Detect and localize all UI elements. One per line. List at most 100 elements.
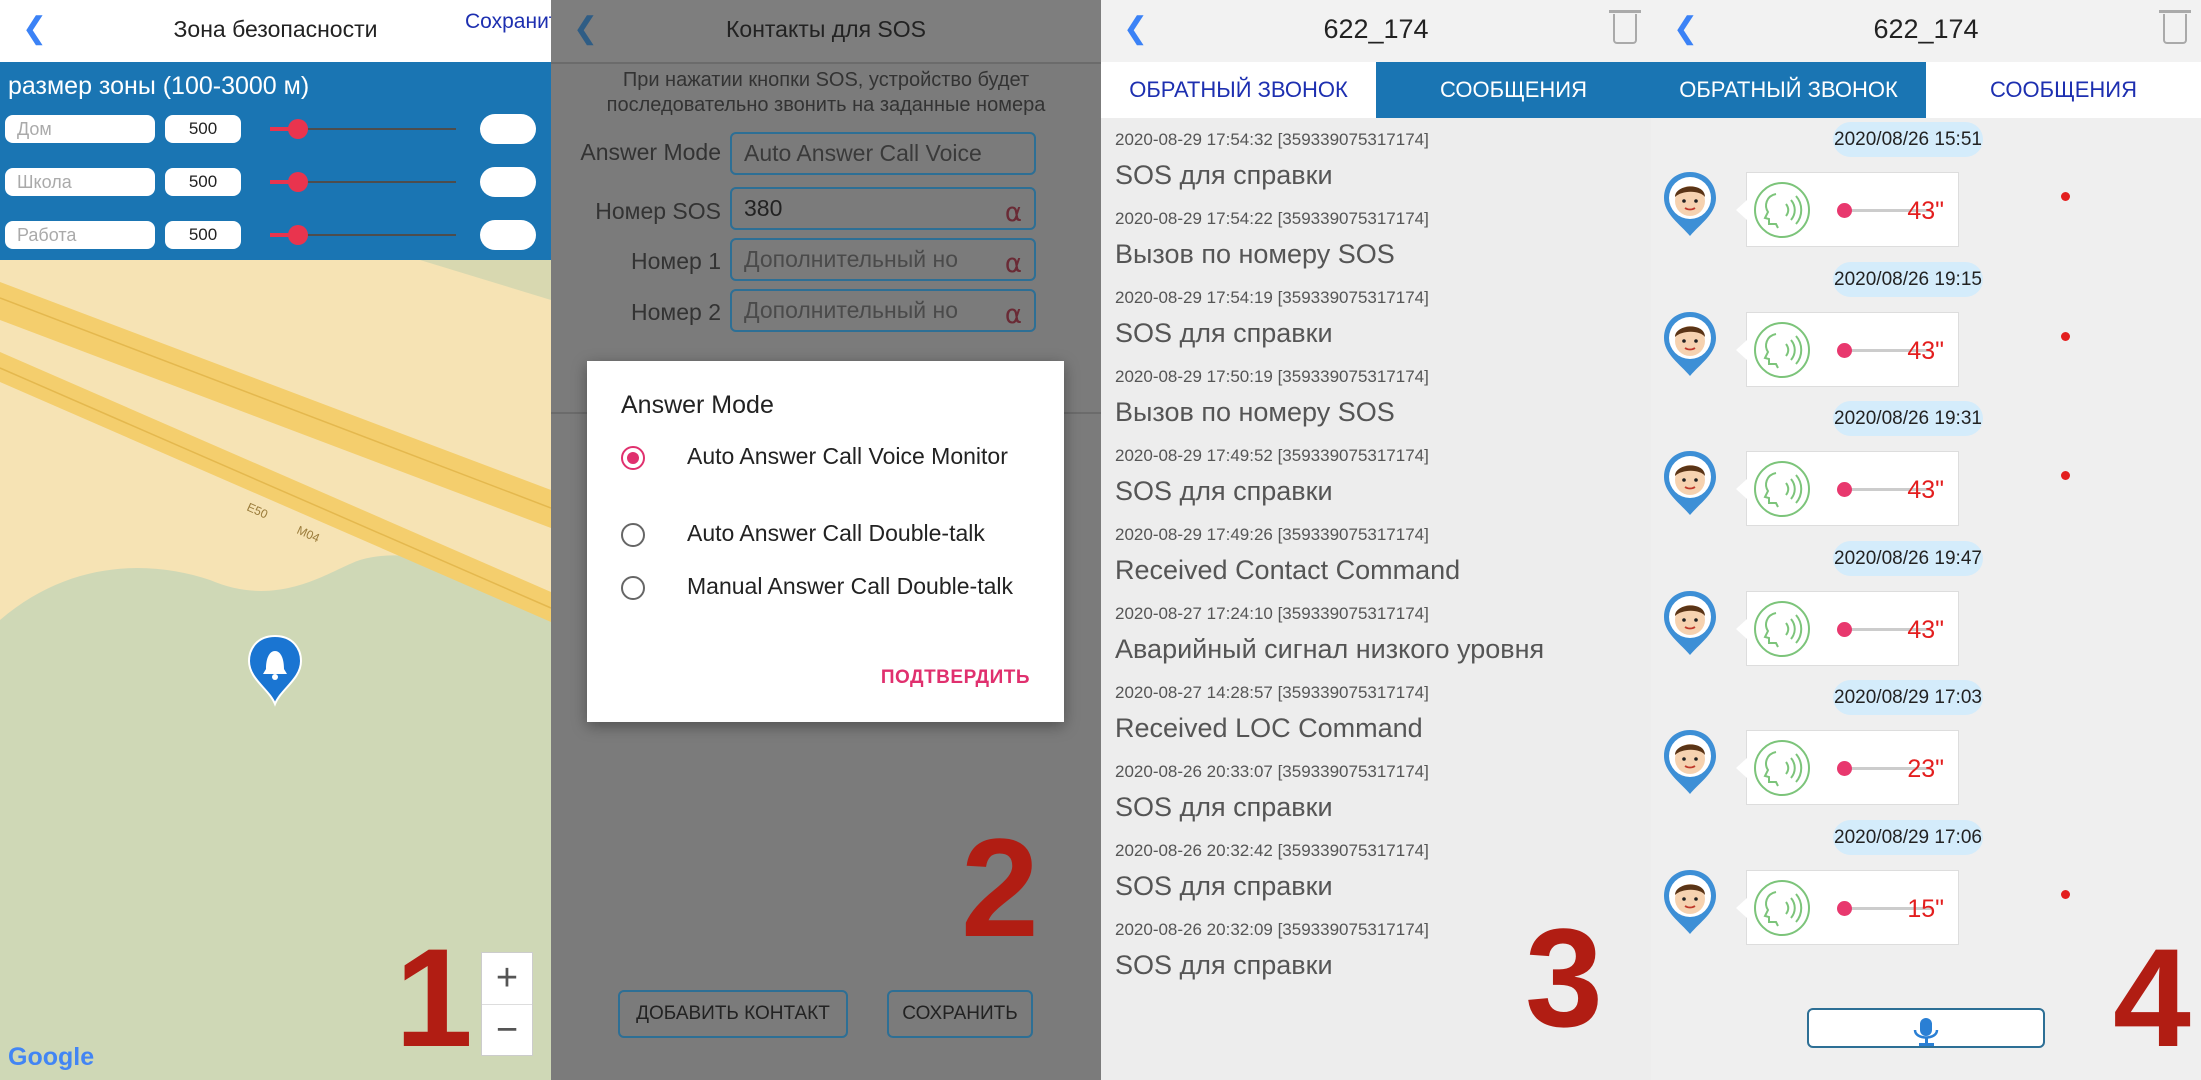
ear-icon[interactable]: ⍺ — [1005, 244, 1022, 279]
message-text: Received Contact Command — [1115, 555, 1461, 585]
tab-callback[interactable]: ОБРАТНЫЙ ЗВОНОК — [1651, 62, 1926, 118]
radio-unselected[interactable] — [621, 523, 645, 547]
number2-field[interactable]: Дополнительный но ⍺ — [730, 289, 1036, 332]
zone-name-field[interactable]: Работа — [5, 221, 155, 249]
zone-slider-handle[interactable] — [288, 172, 308, 192]
microphone-icon — [1913, 1018, 1939, 1046]
zoom-in-button[interactable]: + — [482, 953, 532, 1005]
ear-icon[interactable]: ⍺ — [1005, 295, 1022, 330]
trash-icon[interactable] — [1609, 10, 1641, 44]
message-meta: 2020-08-26 20:33:07 [359339075317174] — [1115, 762, 1429, 781]
zone-toggle[interactable] — [480, 220, 536, 250]
message-text: Вызов по номеру SOS — [1115, 397, 1395, 427]
step-number: 3 — [1525, 899, 1603, 1056]
voice-duration: 15" — [1907, 894, 1944, 923]
unread-dot — [2061, 331, 2070, 341]
date-pill: 2020/08/26 15:51 — [1833, 122, 1983, 157]
child-avatar-icon — [1664, 451, 1716, 515]
voice-duration: 43" — [1907, 476, 1944, 504]
answer-mode-dialog: Answer Mode Auto Answer Call Voice Monit… — [587, 361, 1064, 722]
message-meta: 2020-08-29 17:54:19 [359339075317174] — [1115, 288, 1429, 307]
message-text: SOS для справки — [1115, 871, 1333, 901]
voice-message-bubble[interactable]: 43" — [1736, 590, 1959, 666]
zone-slider-handle[interactable] — [288, 119, 308, 139]
map-logo: Google — [8, 1043, 95, 1071]
number1-placeholder: Дополнительный но — [744, 246, 959, 272]
add-contact-button[interactable]: ДОБАВИТЬ КОНТАКТ — [618, 990, 848, 1038]
sos-contacts-screen: ❮ Контакты для SOS При нажатии кнопки SO… — [551, 0, 1101, 1080]
zone-name-field[interactable]: Школа — [5, 168, 155, 196]
voice-duration: 43" — [1907, 336, 1944, 365]
voice-message-bubble[interactable]: 43" — [1736, 172, 1959, 247]
top-bar: ❮ 622_174 — [1651, 0, 2201, 62]
zone-radius-field[interactable]: 500 — [165, 115, 241, 143]
zone-toggle[interactable] — [480, 114, 536, 144]
zoom-out-button[interactable]: − — [482, 1005, 532, 1056]
sos-number-field[interactable]: 380 ⍺ — [730, 187, 1036, 230]
radio-selected[interactable] — [621, 446, 645, 470]
number1-label: Номер 1 — [631, 248, 721, 274]
number2-label: Номер 2 — [631, 299, 721, 325]
message-meta: 2020-08-27 14:28:57 [359339075317174] — [1115, 683, 1429, 702]
date-pill: 2020/08/29 17:03 — [1833, 680, 1983, 715]
zone-toggle[interactable] — [480, 167, 536, 197]
playback-handle[interactable] — [1837, 621, 1852, 637]
zone-slider-handle[interactable] — [288, 225, 308, 245]
save-button[interactable]: СОХРАНИТЬ — [887, 990, 1033, 1038]
voice-message-bubble[interactable]: 43" — [1736, 451, 1959, 526]
answer-mode-label: Answer Mode — [580, 139, 721, 165]
playback-handle[interactable] — [1837, 203, 1852, 218]
message-meta: 2020-08-29 17:49:52 [359339075317174] — [1115, 446, 1429, 465]
zone-radius-field[interactable]: 500 — [165, 168, 241, 196]
message-meta: 2020-08-29 17:54:32 [359339075317174] — [1115, 130, 1429, 149]
zone-name-field[interactable]: Дом — [5, 115, 155, 143]
message-meta: 2020-08-26 20:32:09 [359339075317174] — [1115, 920, 1429, 939]
top-bar: ❮ Зона безопасности Сохранить — [0, 0, 551, 62]
child-avatar-icon — [1664, 172, 1716, 236]
confirm-button[interactable]: ПОДТВЕРДИТЬ — [881, 667, 1030, 689]
message-text: Вызов по номеру SOS — [1115, 239, 1395, 269]
sos-number-label: Номер SOS — [595, 198, 721, 224]
page-title: Контакты для SOS — [726, 16, 926, 42]
zone-radius-field[interactable]: 500 — [165, 221, 241, 249]
trash-icon[interactable] — [2159, 10, 2191, 44]
unread-dot — [2061, 192, 2070, 201]
tab-messages[interactable]: СООБЩЕНИЯ — [1376, 62, 1651, 118]
speaking-head-icon — [1754, 600, 1810, 657]
speaking-head-icon — [1754, 740, 1810, 796]
answer-mode-field[interactable]: Auto Answer Call Voice — [730, 132, 1036, 175]
zone-size-heading: размер зоны (100-3000 м) — [8, 72, 310, 100]
messages-log-screen: ❮ 622_174 ОБРАТНЫЙ ЗВОНОК СООБЩЕНИЯ 2020… — [1101, 0, 1651, 1080]
voice-message-bubble[interactable]: 43" — [1736, 311, 1959, 387]
step-number: 2 — [961, 809, 1039, 966]
voice-message-bubble[interactable]: 15" — [1736, 869, 1959, 945]
tab-messages[interactable]: СООБЩЕНИЯ — [1926, 62, 2201, 118]
number1-field[interactable]: Дополнительный но ⍺ — [730, 238, 1036, 281]
save-button[interactable]: Сохранить — [465, 10, 551, 34]
radio-unselected[interactable] — [621, 576, 645, 600]
message-text: SOS для справки — [1115, 950, 1333, 980]
date-pill: 2020/08/26 19:15 — [1833, 261, 1983, 297]
message-text: SOS для справки — [1115, 476, 1333, 506]
ear-icon[interactable]: ⍺ — [1005, 193, 1022, 228]
zoom-control: + − — [481, 952, 533, 1056]
tab-callback[interactable]: ОБРАТНЫЙ ЗВОНОК — [1101, 62, 1376, 118]
record-voice-button[interactable] — [1807, 1008, 2045, 1048]
date-pill: 2020/08/26 19:47 — [1833, 540, 1983, 576]
playback-handle[interactable] — [1837, 900, 1852, 916]
playback-handle[interactable] — [1837, 761, 1852, 776]
message-text: SOS для справки — [1115, 160, 1333, 190]
voice-messages-screen: ❮ 622_174 ОБРАТНЫЙ ЗВОНОК СООБЩЕНИЯ 2020… — [1651, 0, 2201, 1080]
date-pill: 2020/08/29 17:06 — [1833, 819, 1983, 855]
voice-duration: 43" — [1907, 197, 1944, 225]
message-meta: 2020-08-26 20:32:42 [359339075317174] — [1115, 841, 1429, 860]
option-label: Auto Answer Call Double-talk — [687, 520, 985, 546]
voice-message-bubble[interactable]: 23" — [1736, 730, 1959, 805]
message-meta: 2020-08-29 17:49:26 [359339075317174] — [1115, 525, 1429, 544]
speaking-head-icon — [1754, 182, 1810, 238]
message-meta: 2020-08-29 17:54:22 [359339075317174] — [1115, 209, 1429, 228]
playback-handle[interactable] — [1837, 342, 1852, 358]
playback-handle[interactable] — [1837, 482, 1852, 497]
speaking-head-icon — [1754, 321, 1810, 378]
message-text: SOS для справки — [1115, 318, 1333, 348]
